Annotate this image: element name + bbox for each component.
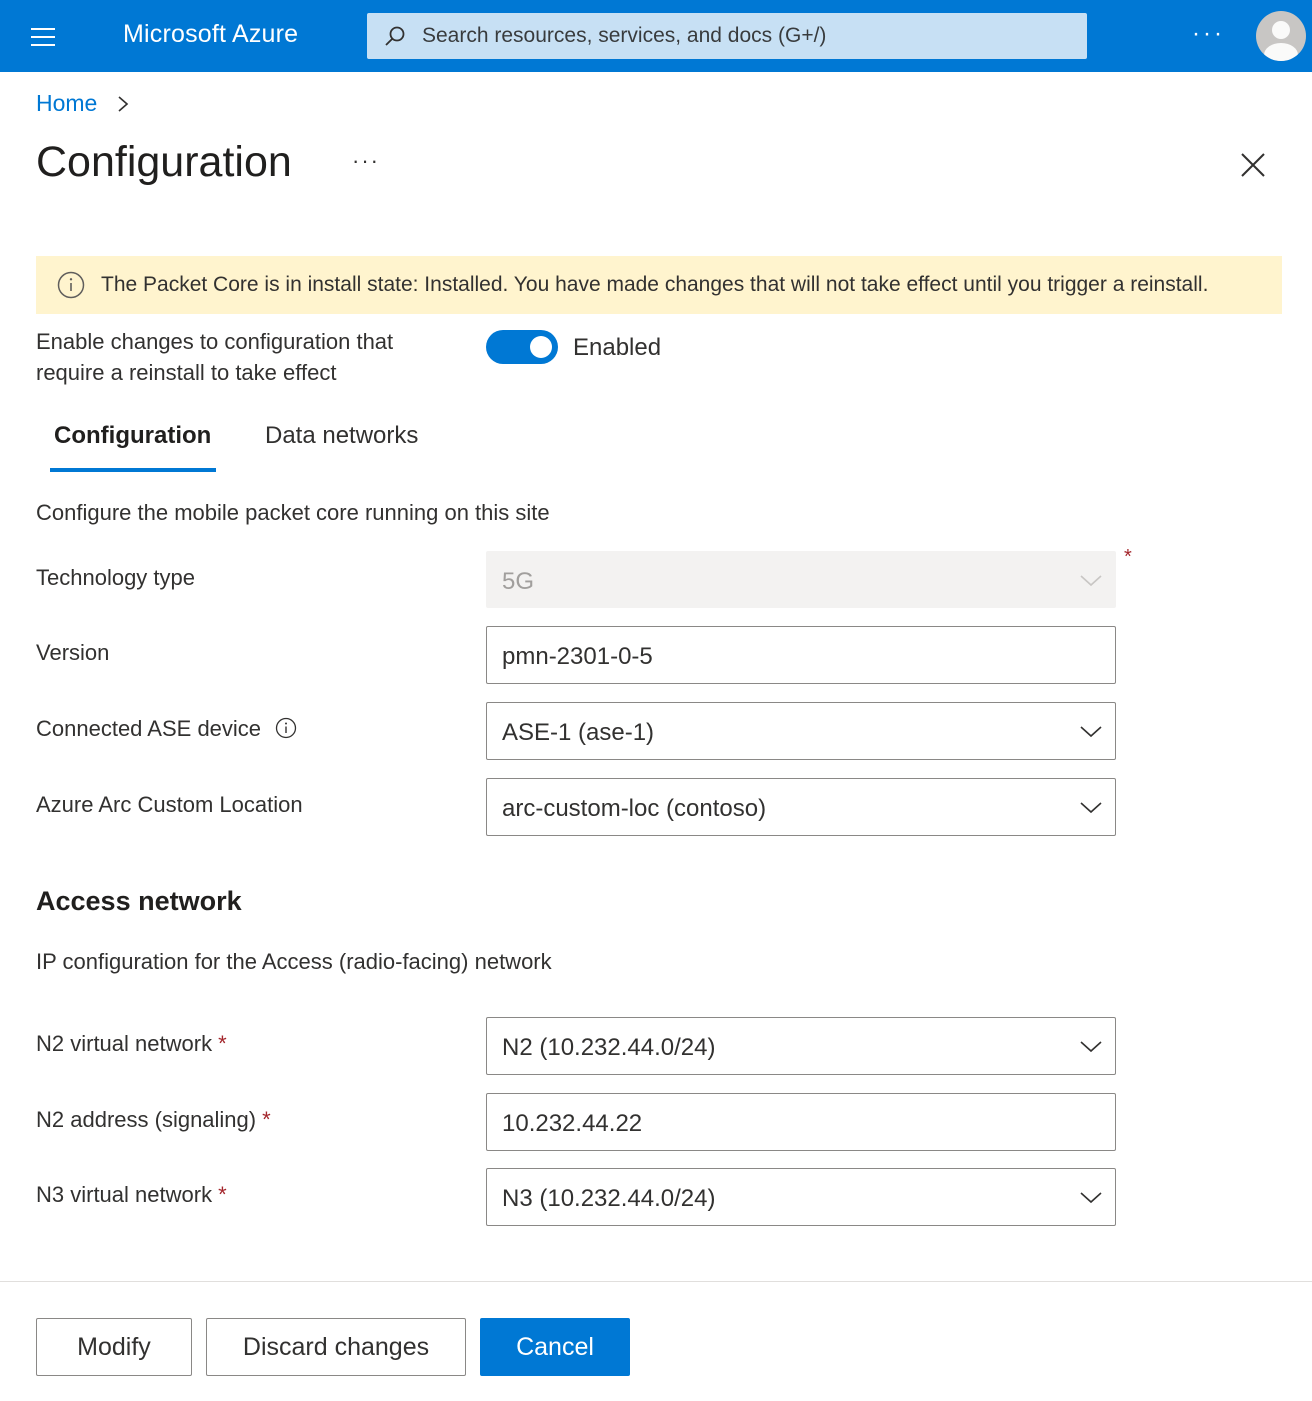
search-placeholder: Search resources, services, and docs (G+… [422, 24, 827, 47]
custom-location-value: arc-custom-loc (contoso) [502, 795, 767, 822]
technology-type-label: Technology type [36, 565, 195, 590]
n2-vnet-value: N2 (10.232.44.0/24) [502, 1034, 716, 1061]
modify-button[interactable]: Modify [36, 1318, 192, 1376]
n2-vnet-label: N2 virtual network * [36, 1031, 227, 1057]
tab-selected-indicator [50, 468, 216, 472]
ase-device-label-text: Connected ASE device [36, 716, 262, 741]
avatar-icon[interactable] [1256, 11, 1306, 61]
info-icon[interactable] [275, 717, 297, 739]
n2-address-value: 10.232.44.22 [502, 1110, 643, 1137]
version-input[interactable]: pmn-2301-0-5 [486, 626, 1116, 684]
access-network-description: IP configuration for the Access (radio-f… [36, 949, 552, 974]
required-asterisk: * [218, 1182, 227, 1207]
n2-address-label: N2 address (signaling) * [36, 1107, 271, 1133]
n2-address-label-text: N2 address (signaling) [36, 1107, 257, 1132]
footer-divider [0, 1281, 1312, 1282]
enable-changes-toggle[interactable] [486, 330, 558, 364]
toggle-label: Enable changes to configuration that req… [36, 326, 456, 388]
n3-vnet-label-text: N3 virtual network [36, 1182, 213, 1207]
ase-device-value: ASE-1 (ase-1) [502, 719, 655, 746]
chevron-down-icon [1080, 575, 1102, 587]
discard-changes-button[interactable]: Discard changes [206, 1318, 466, 1376]
tab-data-networks[interactable]: Data networks [265, 422, 418, 450]
breadcrumb-home[interactable]: Home [36, 90, 97, 116]
info-icon [57, 271, 85, 299]
info-banner: The Packet Core is in install state: Ins… [36, 256, 1282, 314]
version-value: pmn-2301-0-5 [502, 643, 653, 670]
more-icon[interactable]: ··· [1192, 20, 1225, 48]
toggle-label-line2: require a reinstall to take effect [36, 360, 337, 385]
technology-type-select: 5G [486, 551, 1116, 608]
brand-title[interactable]: Microsoft Azure [123, 20, 298, 49]
page-more-icon[interactable]: ··· [352, 148, 380, 174]
toggle-state-text: Enabled [573, 334, 662, 361]
search-icon [385, 26, 405, 46]
n2-vnet-label-text: N2 virtual network [36, 1031, 213, 1056]
chevron-down-icon [1080, 1041, 1102, 1053]
top-bar: Microsoft Azure Search resources, servic… [0, 0, 1312, 72]
breadcrumb: Home [36, 90, 129, 117]
n3-vnet-value: N3 (10.232.44.0/24) [502, 1185, 716, 1212]
version-label: Version [36, 640, 110, 665]
required-asterisk: * [218, 1031, 227, 1056]
banner-text: The Packet Core is in install state: Ins… [101, 273, 1209, 296]
hamburger-icon[interactable] [28, 26, 58, 48]
close-icon[interactable] [1238, 150, 1268, 180]
chevron-down-icon [1080, 1192, 1102, 1204]
toggle-knob [530, 336, 552, 358]
n3-vnet-select[interactable]: N3 (10.232.44.0/24) [486, 1168, 1116, 1226]
n2-vnet-select[interactable]: N2 (10.232.44.0/24) [486, 1017, 1116, 1075]
technology-type-value: 5G [502, 568, 535, 595]
config-description: Configure the mobile packet core running… [36, 500, 550, 525]
custom-location-select[interactable]: arc-custom-loc (contoso) [486, 778, 1116, 836]
page-title: Configuration [36, 138, 292, 186]
required-asterisk: * [1124, 546, 1132, 568]
access-network-title: Access network [36, 886, 242, 916]
ase-device-label: Connected ASE device [36, 716, 297, 742]
tab-configuration[interactable]: Configuration [54, 422, 211, 450]
chevron-right-icon [118, 96, 129, 112]
cancel-button[interactable]: Cancel [480, 1318, 630, 1376]
n3-vnet-label: N3 virtual network * [36, 1182, 227, 1208]
chevron-down-icon [1080, 802, 1102, 814]
search-box[interactable]: Search resources, services, and docs (G+… [367, 13, 1087, 59]
toggle-label-line1: Enable changes to configuration that [36, 329, 394, 354]
ase-device-select[interactable]: ASE-1 (ase-1) [486, 702, 1116, 760]
required-asterisk: * [262, 1107, 271, 1132]
custom-location-label: Azure Arc Custom Location [36, 792, 303, 817]
chevron-down-icon [1080, 726, 1102, 738]
n2-address-input[interactable]: 10.232.44.22 [486, 1093, 1116, 1151]
